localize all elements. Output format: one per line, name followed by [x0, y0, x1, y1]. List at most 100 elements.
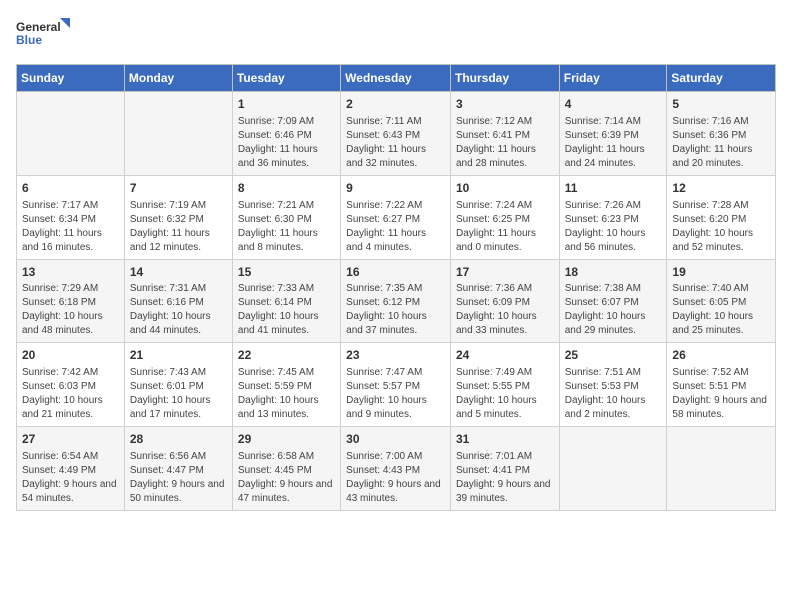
- calendar-cell: 3 Sunrise: 7:12 AM Sunset: 6:41 PM Daylig…: [450, 92, 559, 176]
- calendar-cell: 24 Sunrise: 7:49 AM Sunset: 5:55 PM Dayli…: [450, 343, 559, 427]
- week-row-3: 13Sunrise: 7:29 AM Sunset: 6:18 PM Dayli…: [17, 259, 776, 343]
- day-info: Sunrise: 7:00 AM Sunset: 4:43 PM Dayligh…: [346, 450, 445, 506]
- day-info: Sunrise: 7:09 AM Sunset: 6:46 PM Dayligh…: [238, 115, 335, 171]
- day-number: 23: [346, 347, 445, 364]
- day-number: 11: [565, 180, 662, 197]
- day-info: Sunrise: 7:52 AM Sunset: 5:51 PM Dayligh…: [672, 366, 770, 422]
- day-number: 21: [130, 347, 227, 364]
- day-number: 18: [565, 264, 662, 281]
- day-number: 3: [456, 96, 554, 113]
- week-row-4: 20 Sunrise: 7:42 AM Sunset: 6:03 PM Dayli…: [17, 343, 776, 427]
- day-info: Sunrise: 7:16 AM Sunset: 6:36 PM Dayligh…: [672, 115, 770, 171]
- calendar-cell: 15Sunrise: 7:33 AM Sunset: 6:14 PM Dayli…: [232, 259, 340, 343]
- day-info: Sunrise: 7:11 AM Sunset: 6:43 PM Dayligh…: [346, 115, 445, 171]
- day-number: 12: [672, 180, 770, 197]
- calendar-cell: 7 Sunrise: 7:19 AM Sunset: 6:32 PM Daylig…: [124, 175, 232, 259]
- day-info: Sunrise: 7:42 AM Sunset: 6:03 PM Dayligh…: [22, 366, 119, 422]
- day-info: Sunrise: 7:19 AM Sunset: 6:32 PM Dayligh…: [130, 199, 227, 255]
- calendar-cell: 30 Sunrise: 7:00 AM Sunset: 4:43 PM Dayli…: [341, 427, 451, 511]
- day-info: Sunrise: 7:43 AM Sunset: 6:01 PM Dayligh…: [130, 366, 227, 422]
- calendar-cell: 14Sunrise: 7:31 AM Sunset: 6:16 PM Dayli…: [124, 259, 232, 343]
- calendar-cell: 17Sunrise: 7:36 AM Sunset: 6:09 PM Dayli…: [450, 259, 559, 343]
- week-row-1: 1 Sunrise: 7:09 AM Sunset: 6:46 PM Daylig…: [17, 92, 776, 176]
- header-row: SundayMondayTuesdayWednesdayThursdayFrid…: [17, 65, 776, 92]
- calendar-cell: 26Sunrise: 7:52 AM Sunset: 5:51 PM Dayli…: [667, 343, 776, 427]
- calendar-cell: 28 Sunrise: 6:56 AM Sunset: 4:47 PM Dayli…: [124, 427, 232, 511]
- calendar-cell: 12 Sunrise: 7:28 AM Sunset: 6:20 PM Dayli…: [667, 175, 776, 259]
- day-number: 20: [22, 347, 119, 364]
- day-number: 16: [346, 264, 445, 281]
- day-number: 8: [238, 180, 335, 197]
- calendar-cell: 23 Sunrise: 7:47 AM Sunset: 5:57 PM Dayli…: [341, 343, 451, 427]
- calendar-cell: 13Sunrise: 7:29 AM Sunset: 6:18 PM Dayli…: [17, 259, 125, 343]
- day-info: Sunrise: 7:14 AM Sunset: 6:39 PM Dayligh…: [565, 115, 662, 171]
- day-info: Sunrise: 7:28 AM Sunset: 6:20 PM Dayligh…: [672, 199, 770, 255]
- day-info: Sunrise: 7:29 AM Sunset: 6:18 PM Dayligh…: [22, 282, 119, 338]
- day-number: 9: [346, 180, 445, 197]
- week-row-2: 6Sunrise: 7:17 AM Sunset: 6:34 PM Daylig…: [17, 175, 776, 259]
- day-number: 14: [130, 264, 227, 281]
- calendar-cell: 5 Sunrise: 7:16 AM Sunset: 6:36 PM Daylig…: [667, 92, 776, 176]
- calendar-cell: [559, 427, 667, 511]
- day-number: 13: [22, 264, 119, 281]
- day-number: 22: [238, 347, 335, 364]
- day-number: 10: [456, 180, 554, 197]
- svg-text:Blue: Blue: [16, 33, 42, 47]
- svg-text:General: General: [16, 20, 61, 34]
- day-info: Sunrise: 7:33 AM Sunset: 6:14 PM Dayligh…: [238, 282, 335, 338]
- day-info: Sunrise: 7:21 AM Sunset: 6:30 PM Dayligh…: [238, 199, 335, 255]
- day-number: 4: [565, 96, 662, 113]
- day-info: Sunrise: 7:49 AM Sunset: 5:55 PM Dayligh…: [456, 366, 554, 422]
- calendar-cell: 16Sunrise: 7:35 AM Sunset: 6:12 PM Dayli…: [341, 259, 451, 343]
- day-info: Sunrise: 7:51 AM Sunset: 5:53 PM Dayligh…: [565, 366, 662, 422]
- logo: General Blue: [16, 16, 71, 54]
- day-number: 30: [346, 431, 445, 448]
- day-number: 31: [456, 431, 554, 448]
- day-info: Sunrise: 7:45 AM Sunset: 5:59 PM Dayligh…: [238, 366, 335, 422]
- day-number: 24: [456, 347, 554, 364]
- calendar-cell: 1 Sunrise: 7:09 AM Sunset: 6:46 PM Daylig…: [232, 92, 340, 176]
- day-info: Sunrise: 6:54 AM Sunset: 4:49 PM Dayligh…: [22, 450, 119, 506]
- calendar-cell: 8 Sunrise: 7:21 AM Sunset: 6:30 PM Daylig…: [232, 175, 340, 259]
- calendar-cell: 18Sunrise: 7:38 AM Sunset: 6:07 PM Dayli…: [559, 259, 667, 343]
- calendar-cell: [17, 92, 125, 176]
- day-info: Sunrise: 6:56 AM Sunset: 4:47 PM Dayligh…: [130, 450, 227, 506]
- calendar-cell: 21 Sunrise: 7:43 AM Sunset: 6:01 PM Dayli…: [124, 343, 232, 427]
- day-info: Sunrise: 7:40 AM Sunset: 6:05 PM Dayligh…: [672, 282, 770, 338]
- day-number: 5: [672, 96, 770, 113]
- day-info: Sunrise: 7:35 AM Sunset: 6:12 PM Dayligh…: [346, 282, 445, 338]
- day-number: 27: [22, 431, 119, 448]
- calendar-cell: 27 Sunrise: 6:54 AM Sunset: 4:49 PM Dayli…: [17, 427, 125, 511]
- day-number: 29: [238, 431, 335, 448]
- header-cell-monday: Monday: [124, 65, 232, 92]
- calendar-table: SundayMondayTuesdayWednesdayThursdayFrid…: [16, 64, 776, 511]
- day-number: 28: [130, 431, 227, 448]
- calendar-cell: 2 Sunrise: 7:11 AM Sunset: 6:43 PM Daylig…: [341, 92, 451, 176]
- calendar-cell: 19Sunrise: 7:40 AM Sunset: 6:05 PM Dayli…: [667, 259, 776, 343]
- calendar-cell: 10 Sunrise: 7:24 AM Sunset: 6:25 PM Dayli…: [450, 175, 559, 259]
- day-number: 1: [238, 96, 335, 113]
- day-info: Sunrise: 7:36 AM Sunset: 6:09 PM Dayligh…: [456, 282, 554, 338]
- week-row-5: 27 Sunrise: 6:54 AM Sunset: 4:49 PM Dayli…: [17, 427, 776, 511]
- header-cell-sunday: Sunday: [17, 65, 125, 92]
- page-header: General Blue: [16, 16, 776, 54]
- day-info: Sunrise: 7:12 AM Sunset: 6:41 PM Dayligh…: [456, 115, 554, 171]
- calendar-cell: 31Sunrise: 7:01 AM Sunset: 4:41 PM Dayli…: [450, 427, 559, 511]
- day-number: 7: [130, 180, 227, 197]
- calendar-cell: [667, 427, 776, 511]
- day-number: 2: [346, 96, 445, 113]
- day-info: Sunrise: 7:47 AM Sunset: 5:57 PM Dayligh…: [346, 366, 445, 422]
- header-cell-wednesday: Wednesday: [341, 65, 451, 92]
- day-info: Sunrise: 7:22 AM Sunset: 6:27 PM Dayligh…: [346, 199, 445, 255]
- header-cell-tuesday: Tuesday: [232, 65, 340, 92]
- day-number: 6: [22, 180, 119, 197]
- day-info: Sunrise: 7:38 AM Sunset: 6:07 PM Dayligh…: [565, 282, 662, 338]
- day-info: Sunrise: 7:24 AM Sunset: 6:25 PM Dayligh…: [456, 199, 554, 255]
- calendar-cell: 4 Sunrise: 7:14 AM Sunset: 6:39 PM Daylig…: [559, 92, 667, 176]
- day-number: 25: [565, 347, 662, 364]
- calendar-cell: 22 Sunrise: 7:45 AM Sunset: 5:59 PM Dayli…: [232, 343, 340, 427]
- calendar-cell: 6Sunrise: 7:17 AM Sunset: 6:34 PM Daylig…: [17, 175, 125, 259]
- calendar-cell: 11 Sunrise: 7:26 AM Sunset: 6:23 PM Dayli…: [559, 175, 667, 259]
- calendar-cell: 9 Sunrise: 7:22 AM Sunset: 6:27 PM Daylig…: [341, 175, 451, 259]
- day-info: Sunrise: 7:26 AM Sunset: 6:23 PM Dayligh…: [565, 199, 662, 255]
